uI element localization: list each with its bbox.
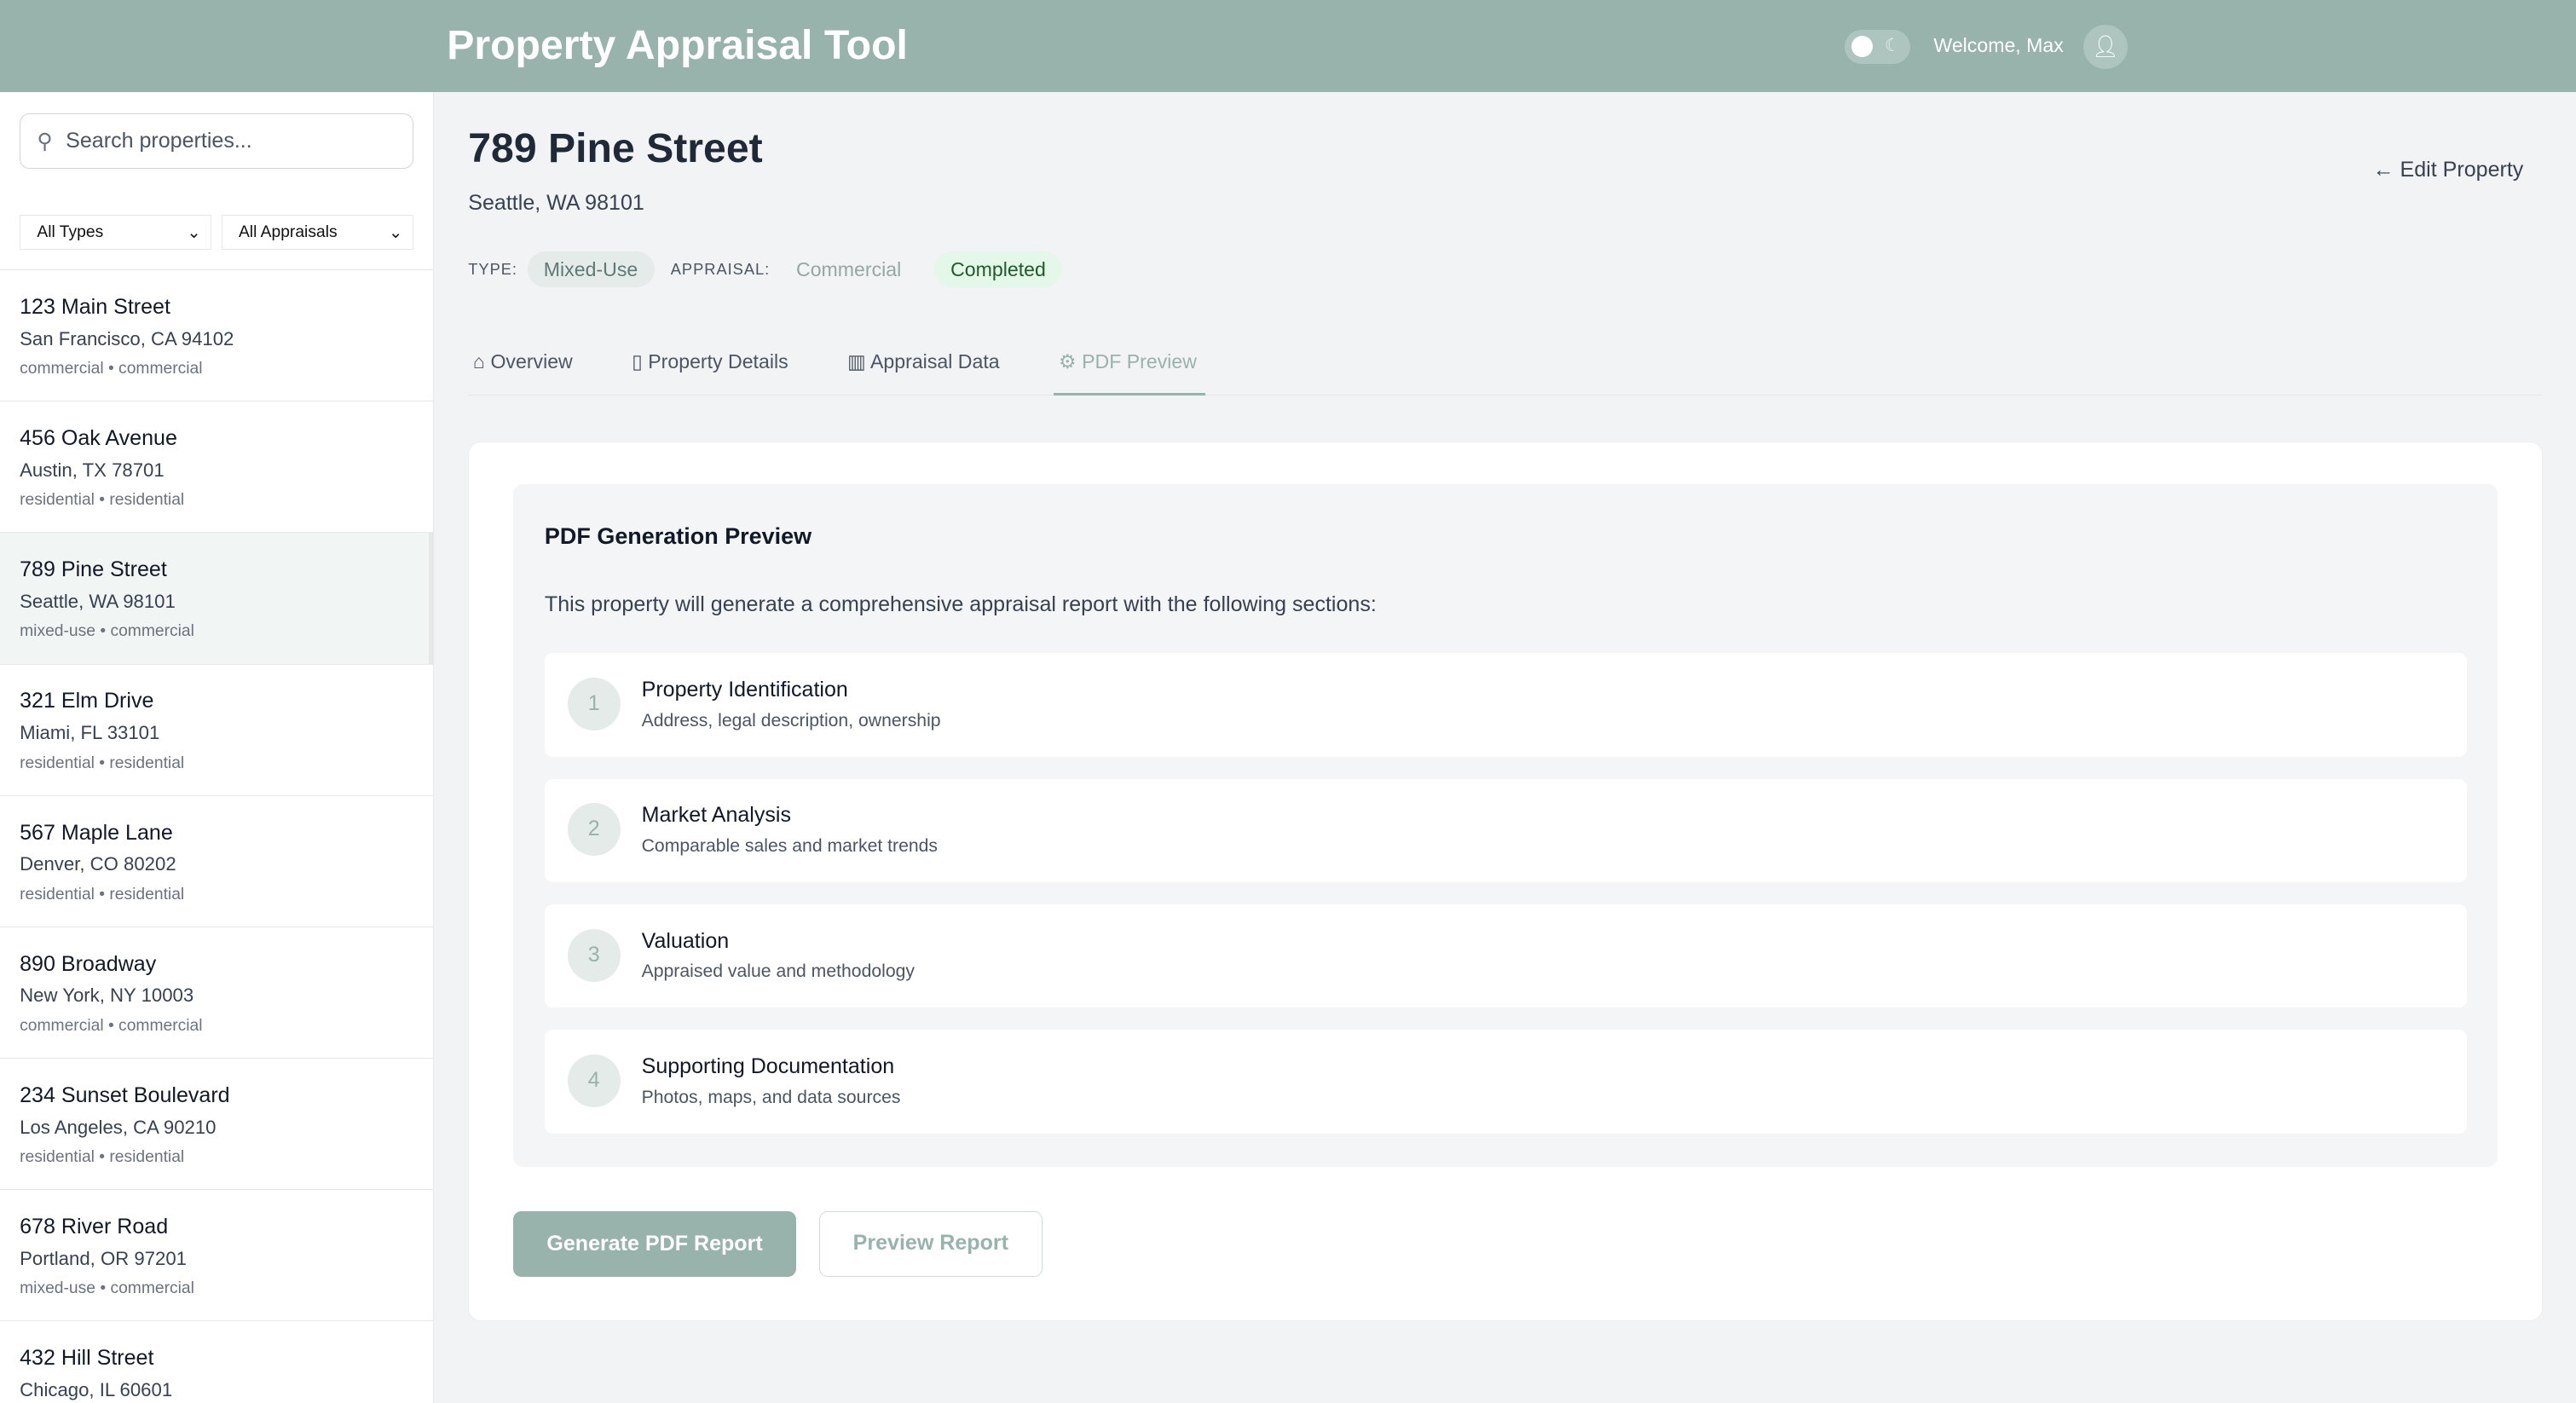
property-address: Miami, FL 33101 (20, 722, 160, 744)
app-title: Property Appraisal Tool (447, 22, 908, 69)
tab-label: Overview (490, 349, 573, 372)
section-description: Appraised value and methodology (641, 961, 915, 982)
sidebar: ⚲ Search properties... All Types ⌄ All App… (0, 91, 434, 1403)
property-name: 456 Oak Avenue (20, 426, 177, 451)
section-number: 3 (567, 928, 621, 982)
property-tags: mixed-use • commercial (20, 622, 194, 641)
property-address: Los Angeles, CA 90210 (20, 1116, 217, 1138)
welcome-text: Welcome, Max (1933, 34, 2064, 57)
report-section: 4 Supporting Documentation Photos, maps, a… (544, 1030, 2467, 1134)
tab-label: Appraisal Data (870, 349, 1000, 372)
list-item[interactable]: 432 Hill Street Chicago, IL 60601 (0, 1321, 433, 1403)
property-tags: commercial • commercial (20, 1016, 203, 1035)
search-input[interactable]: ⚲ Search properties... (20, 113, 413, 170)
property-tags: mixed-use • commercial (20, 1279, 194, 1298)
tab-appraisal-data[interactable]: ▥ Appraisal Data (842, 335, 1008, 395)
property-name: 123 Main Street (20, 294, 170, 319)
app-header: Property Appraisal Tool ☾ Welcome, Max 👤… (0, 0, 2576, 92)
report-section: 2 Market Analysis Comparable sales and mar… (544, 778, 2467, 882)
document-icon: ▯ (632, 349, 643, 372)
list-item[interactable]: 567 Maple Lane Denver, CO 80202 residentia… (0, 796, 433, 927)
section-title: Property Identification (641, 678, 848, 702)
property-address: New York, NY 10003 (20, 984, 194, 1007)
appraisal-filter-value: All Appraisals (238, 222, 338, 241)
type-badge: Mixed-Use (527, 251, 655, 288)
section-title: Supporting Documentation (641, 1054, 895, 1079)
property-address: Portland, OR 97201 (20, 1247, 187, 1269)
list-item[interactable]: 321 Elm Drive Miami, FL 33101 residential … (0, 665, 433, 796)
list-item[interactable]: 678 River Road Portland, OR 97201 mixed-us… (0, 1190, 433, 1322)
report-section: 1 Property Identification Address, legal d… (544, 653, 2467, 757)
type-filter-select[interactable]: All Types ⌄ (20, 215, 212, 250)
type-label: TYPE: (468, 260, 517, 279)
property-name: 678 River Road (20, 1215, 169, 1239)
section-title: Market Analysis (641, 803, 791, 828)
section-description: Photos, maps, and data sources (641, 1087, 901, 1107)
pdf-preview-card: PDF Generation Preview This property wil… (468, 442, 2544, 1321)
list-item[interactable]: 123 Main Street San Francisco, CA 94102 co… (0, 270, 433, 402)
section-number: 1 (567, 678, 621, 730)
tab-overview[interactable]: ⌂ Overview (468, 335, 580, 395)
appraisal-badge: Commercial (796, 257, 902, 280)
section-description: Address, legal description, ownership (641, 710, 941, 730)
property-tags: residential • residential (20, 1148, 185, 1167)
arrow-left-icon: ← (2372, 158, 2394, 182)
property-tags: commercial • commercial (20, 360, 203, 378)
generate-pdf-button[interactable]: Generate PDF Report (513, 1211, 796, 1278)
tab-pdf-preview[interactable]: ⚙ PDF Preview (1054, 335, 1205, 396)
edit-property-button[interactable]: ← Edit Property (2373, 158, 2524, 182)
gear-icon: ⚙ (1058, 349, 1077, 372)
tab-bar: ⌂ Overview ▯ Property Details ▥ Appraisa… (468, 335, 2544, 396)
property-address: Denver, CO 80202 (20, 853, 176, 875)
property-address: Seattle, WA 98101 (468, 190, 644, 215)
main-content: 789 Pine Street Seattle, WA 98101 ← Edit… (436, 92, 2576, 1403)
property-tags: residential • residential (20, 885, 185, 904)
property-address: Seattle, WA 98101 (20, 590, 176, 612)
moon-icon: ☾ (1884, 36, 1901, 56)
property-name: 789 Pine Street (20, 557, 167, 582)
type-filter-value: All Types (37, 222, 104, 241)
section-title: Valuation (641, 928, 730, 953)
status-badge: Completed (933, 251, 1063, 288)
list-item[interactable]: 456 Oak Avenue Austin, TX 78701 residentia… (0, 401, 433, 534)
property-name: 432 Hill Street (20, 1346, 154, 1371)
property-address: Austin, TX 78701 (20, 459, 165, 481)
preview-report-button[interactable]: Preview Report (818, 1211, 1043, 1278)
tab-property-details[interactable]: ▯ Property Details (627, 335, 796, 395)
section-number: 2 (567, 803, 621, 857)
edit-label: Edit Property (2400, 158, 2524, 182)
property-title: 789 Pine Street (468, 125, 763, 172)
user-avatar-icon[interactable]: 👤︎ (2082, 24, 2128, 69)
section-number: 4 (567, 1054, 621, 1107)
chevron-down-icon: ⌄ (388, 223, 403, 242)
property-list: 123 Main Street San Francisco, CA 94102 co… (0, 269, 433, 1403)
property-name: 890 Broadway (20, 951, 157, 976)
search-icon: ⚲ (37, 129, 53, 153)
property-tags: residential • residential (20, 753, 185, 772)
home-icon: ⌂ (473, 349, 486, 372)
property-name: 234 Sunset Boulevard (20, 1083, 230, 1107)
property-tags: residential • residential (20, 491, 185, 510)
list-item[interactable]: 890 Broadway New York, NY 10003 commercial… (0, 927, 433, 1059)
property-address: Chicago, IL 60601 (20, 1378, 173, 1400)
property-address: San Francisco, CA 94102 (20, 327, 234, 349)
tab-label: Property Details (648, 349, 788, 372)
appraisal-label: APPRAISAL: (670, 260, 771, 279)
property-name: 321 Elm Drive (20, 689, 154, 713)
list-item[interactable]: 789 Pine Street Seattle, WA 98101 mixed-us… (0, 533, 433, 665)
section-description: Comparable sales and market trends (641, 835, 939, 856)
chevron-down-icon: ⌄ (187, 223, 201, 242)
search-placeholder: Search properties... (66, 129, 252, 153)
property-name: 567 Maple Lane (20, 820, 173, 845)
pdf-intro: This property will generate a comprehens… (544, 592, 1377, 616)
theme-toggle[interactable]: ☾ (1845, 29, 1911, 65)
pdf-heading: PDF Generation Preview (544, 523, 812, 549)
tab-label: PDF Preview (1082, 349, 1197, 372)
list-item[interactable]: 234 Sunset Boulevard Los Angeles, CA 9021… (0, 1059, 433, 1191)
bar-chart-icon: ▥ (847, 349, 866, 372)
report-section: 3 Valuation Appraised value and methodolog… (544, 904, 2467, 1008)
pdf-sections-panel: PDF Generation Preview This property wil… (513, 483, 2498, 1168)
appraisal-filter-select[interactable]: All Appraisals ⌄ (221, 215, 413, 250)
